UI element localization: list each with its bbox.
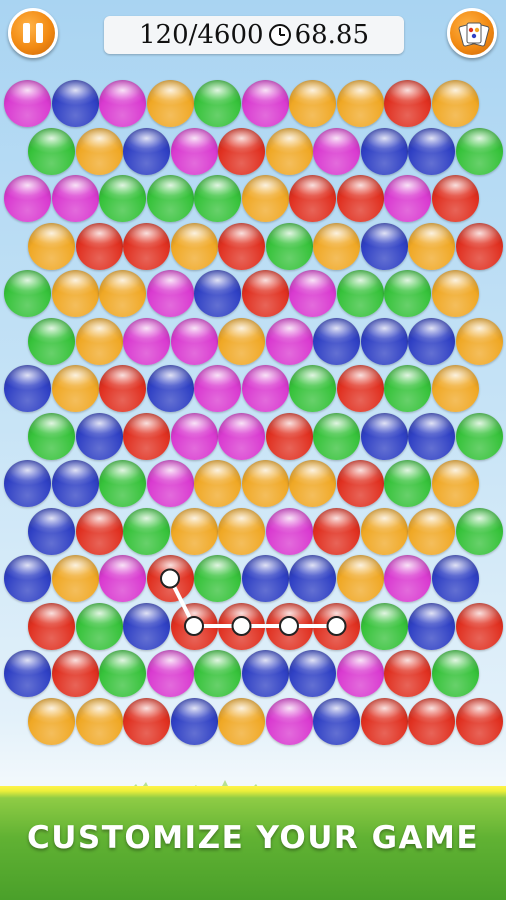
playing-cards-icon	[458, 22, 490, 47]
selection-node	[231, 616, 252, 636]
selection-path	[160, 568, 347, 636]
cards-button[interactable]	[447, 8, 497, 58]
score-timer-panel: 120/4600 68.85	[104, 16, 404, 54]
selection-node	[184, 616, 204, 636]
score-text: 120/4600	[139, 20, 264, 50]
selection-node	[326, 616, 347, 636]
pause-icon	[23, 23, 30, 43]
timer-text: 68.85	[294, 20, 369, 50]
clock-icon	[268, 24, 291, 46]
selection-node	[160, 568, 180, 589]
pause-button[interactable]	[8, 8, 58, 58]
pause-icon-bar	[36, 23, 43, 43]
selection-node	[279, 616, 299, 636]
promo-caption: CUSTOMIZE YOUR GAME	[26, 820, 480, 856]
top-bar: 120/4600 68.85	[0, 0, 506, 70]
